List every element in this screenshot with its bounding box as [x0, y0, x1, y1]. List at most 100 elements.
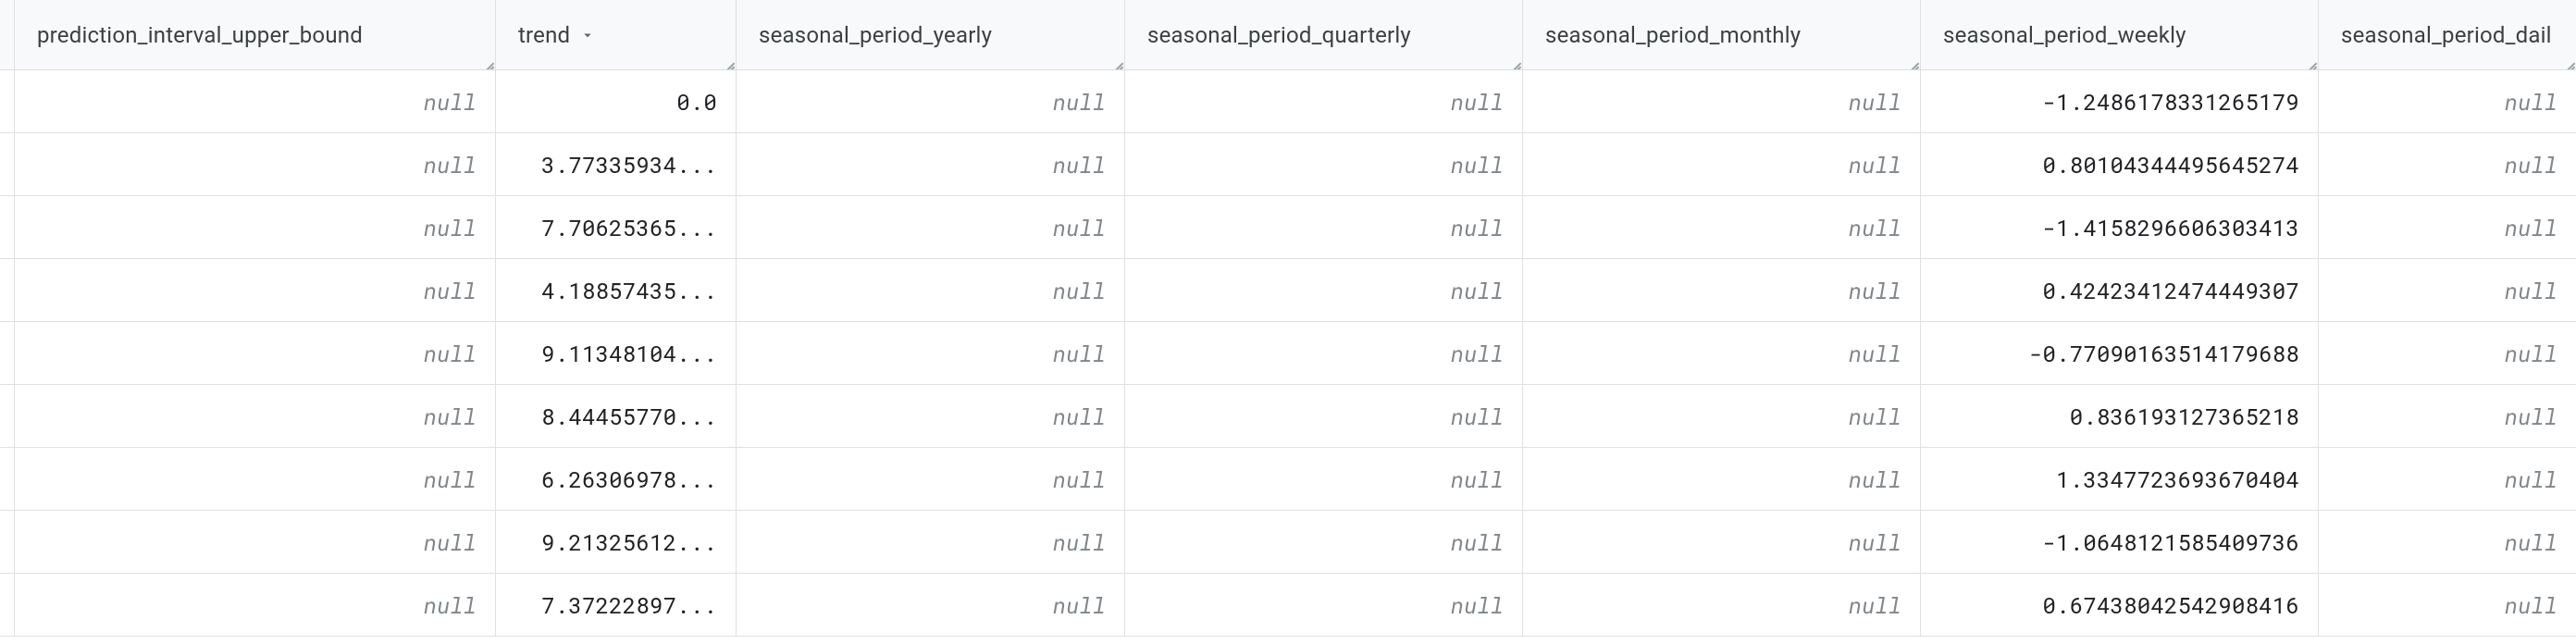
table-cell[interactable]: 8.44455770...	[496, 385, 737, 447]
table-cell[interactable]: null	[15, 574, 496, 636]
table-cell[interactable]: null	[2319, 322, 2576, 384]
table-row[interactable]: null7.70625365...nullnullnull-1.41582966…	[0, 196, 2576, 259]
table-cell[interactable]: null	[737, 448, 1125, 510]
table-cell[interactable]: -0.77090163514179688	[1921, 322, 2319, 384]
column-header-seasonal-period-quarterly[interactable]: seasonal_period_quarterly	[1125, 0, 1523, 69]
resize-handle-icon[interactable]	[2303, 55, 2318, 69]
table-row[interactable]: null7.37222897...nullnullnull0.674380425…	[0, 574, 2576, 637]
table-cell[interactable]: 1.3347723693670404	[1921, 448, 2319, 510]
resize-handle-icon[interactable]	[721, 55, 736, 69]
table-cell[interactable]: 9.11348104...	[496, 322, 737, 384]
sort-descending-icon[interactable]	[579, 27, 596, 43]
null-value: null	[1849, 402, 1901, 431]
table-cell[interactable]: null	[1125, 511, 1523, 573]
table-cell[interactable]: null	[1523, 133, 1921, 195]
table-cell[interactable]: null	[2319, 448, 2576, 510]
table-row[interactable]: null6.26306978...nullnullnull1.334772369…	[0, 448, 2576, 511]
table-row[interactable]: null4.18857435...nullnullnull0.424234124…	[0, 259, 2576, 322]
table-cell[interactable]: 0.0	[496, 70, 737, 132]
resize-handle-icon[interactable]	[1109, 55, 1124, 69]
table-cell[interactable]: null	[1523, 259, 1921, 321]
table-cell[interactable]: 0.42423412474449307	[1921, 259, 2319, 321]
table-cell[interactable]: null	[1125, 574, 1523, 636]
table-cell[interactable]: 3.77335934...	[496, 133, 737, 195]
column-header-seasonal-period-daily[interactable]: seasonal_period_dail	[2319, 0, 2576, 69]
table-cell[interactable]: null	[2319, 259, 2576, 321]
null-value: null	[2505, 339, 2557, 368]
table-cell[interactable]: 6.26306978...	[496, 448, 737, 510]
column-header-seasonal-period-yearly[interactable]: seasonal_period_yearly	[737, 0, 1125, 69]
table-cell[interactable]: null	[15, 196, 496, 258]
null-value: null	[2505, 150, 2557, 180]
null-value: null	[2505, 276, 2557, 305]
table-cell[interactable]: null	[1125, 70, 1523, 132]
table-cell[interactable]: 4.18857435...	[496, 259, 737, 321]
row-leading-spacer	[0, 196, 15, 258]
table-cell[interactable]: 0.836193127365218	[1921, 385, 2319, 447]
table-row[interactable]: null8.44455770...nullnullnull0.836193127…	[0, 385, 2576, 448]
table-cell[interactable]: null	[15, 511, 496, 573]
table-row[interactable]: null9.21325612...nullnullnull-1.06481215…	[0, 511, 2576, 574]
table-cell[interactable]: null	[737, 385, 1125, 447]
table-cell[interactable]: null	[737, 574, 1125, 636]
table-cell[interactable]: null	[1125, 448, 1523, 510]
table-cell[interactable]: -1.2486178331265179	[1921, 70, 2319, 132]
table-cell[interactable]: null	[15, 133, 496, 195]
table-cell[interactable]: null	[2319, 133, 2576, 195]
table-cell[interactable]: 7.37222897...	[496, 574, 737, 636]
table-cell[interactable]: null	[2319, 70, 2576, 132]
column-header-trend[interactable]: trend	[496, 0, 737, 69]
table-cell[interactable]: -1.0648121585409736	[1921, 511, 2319, 573]
table-cell[interactable]: null	[1523, 574, 1921, 636]
table-row[interactable]: null9.11348104...nullnullnull-0.77090163…	[0, 322, 2576, 385]
table-cell[interactable]: null	[737, 196, 1125, 258]
table-cell[interactable]: null	[1523, 448, 1921, 510]
column-header-seasonal-period-monthly[interactable]: seasonal_period_monthly	[1523, 0, 1921, 69]
table-cell[interactable]: null	[1523, 196, 1921, 258]
resize-handle-icon[interactable]	[2561, 55, 2576, 69]
table-cell[interactable]: null	[1125, 322, 1523, 384]
table-cell[interactable]: null	[737, 259, 1125, 321]
table-cell[interactable]: null	[1523, 511, 1921, 573]
table-cell[interactable]: 9.21325612...	[496, 511, 737, 573]
table-cell[interactable]: null	[2319, 385, 2576, 447]
column-header-prediction-interval-upper-bound[interactable]: prediction_interval_upper_bound	[15, 0, 496, 69]
table-cell[interactable]: 7.70625365...	[496, 196, 737, 258]
table-cell[interactable]: 0.80104344495645274	[1921, 133, 2319, 195]
table-cell[interactable]: null	[2319, 574, 2576, 636]
resize-handle-icon[interactable]	[480, 55, 495, 69]
table-cell[interactable]: null	[1125, 133, 1523, 195]
table-cell[interactable]: null	[15, 70, 496, 132]
table-row[interactable]: null3.77335934...nullnullnull0.801043444…	[0, 133, 2576, 196]
column-header-seasonal-period-weekly[interactable]: seasonal_period_weekly	[1921, 0, 2319, 69]
table-cell[interactable]: null	[1125, 196, 1523, 258]
table-row[interactable]: null0.0nullnullnull-1.2486178331265179nu…	[0, 70, 2576, 133]
null-value: null	[1849, 150, 1901, 180]
table-cell[interactable]: null	[737, 322, 1125, 384]
table-cell[interactable]: null	[15, 385, 496, 447]
table-cell[interactable]: null	[1125, 259, 1523, 321]
table-cell[interactable]: -1.4158296606303413	[1921, 196, 2319, 258]
table-cell[interactable]: null	[2319, 196, 2576, 258]
table-cell[interactable]: null	[1523, 70, 1921, 132]
null-value: null	[2505, 87, 2557, 117]
table-cell[interactable]: 0.67438042542908416	[1921, 574, 2319, 636]
table-cell[interactable]: null	[1523, 385, 1921, 447]
table-cell[interactable]: null	[1523, 322, 1921, 384]
table-cell[interactable]: null	[15, 448, 496, 510]
table-cell[interactable]: null	[737, 511, 1125, 573]
column-label: seasonal_period_monthly	[1545, 22, 1801, 48]
resize-handle-icon[interactable]	[1507, 55, 1522, 69]
data-table: prediction_interval_upper_bound trend se…	[0, 0, 2576, 637]
null-value: null	[1053, 590, 1106, 620]
table-cell[interactable]: null	[2319, 511, 2576, 573]
resize-handle-icon[interactable]	[1905, 55, 1920, 69]
table-cell[interactable]: null	[15, 322, 496, 384]
null-value: null	[1053, 464, 1106, 494]
table-cell[interactable]: null	[737, 133, 1125, 195]
table-cell[interactable]: null	[737, 70, 1125, 132]
table-body: null0.0nullnullnull-1.2486178331265179nu…	[0, 70, 2576, 637]
table-cell[interactable]: null	[15, 259, 496, 321]
cell-value: -1.4158296606303413	[2043, 213, 2299, 242]
table-cell[interactable]: null	[1125, 385, 1523, 447]
